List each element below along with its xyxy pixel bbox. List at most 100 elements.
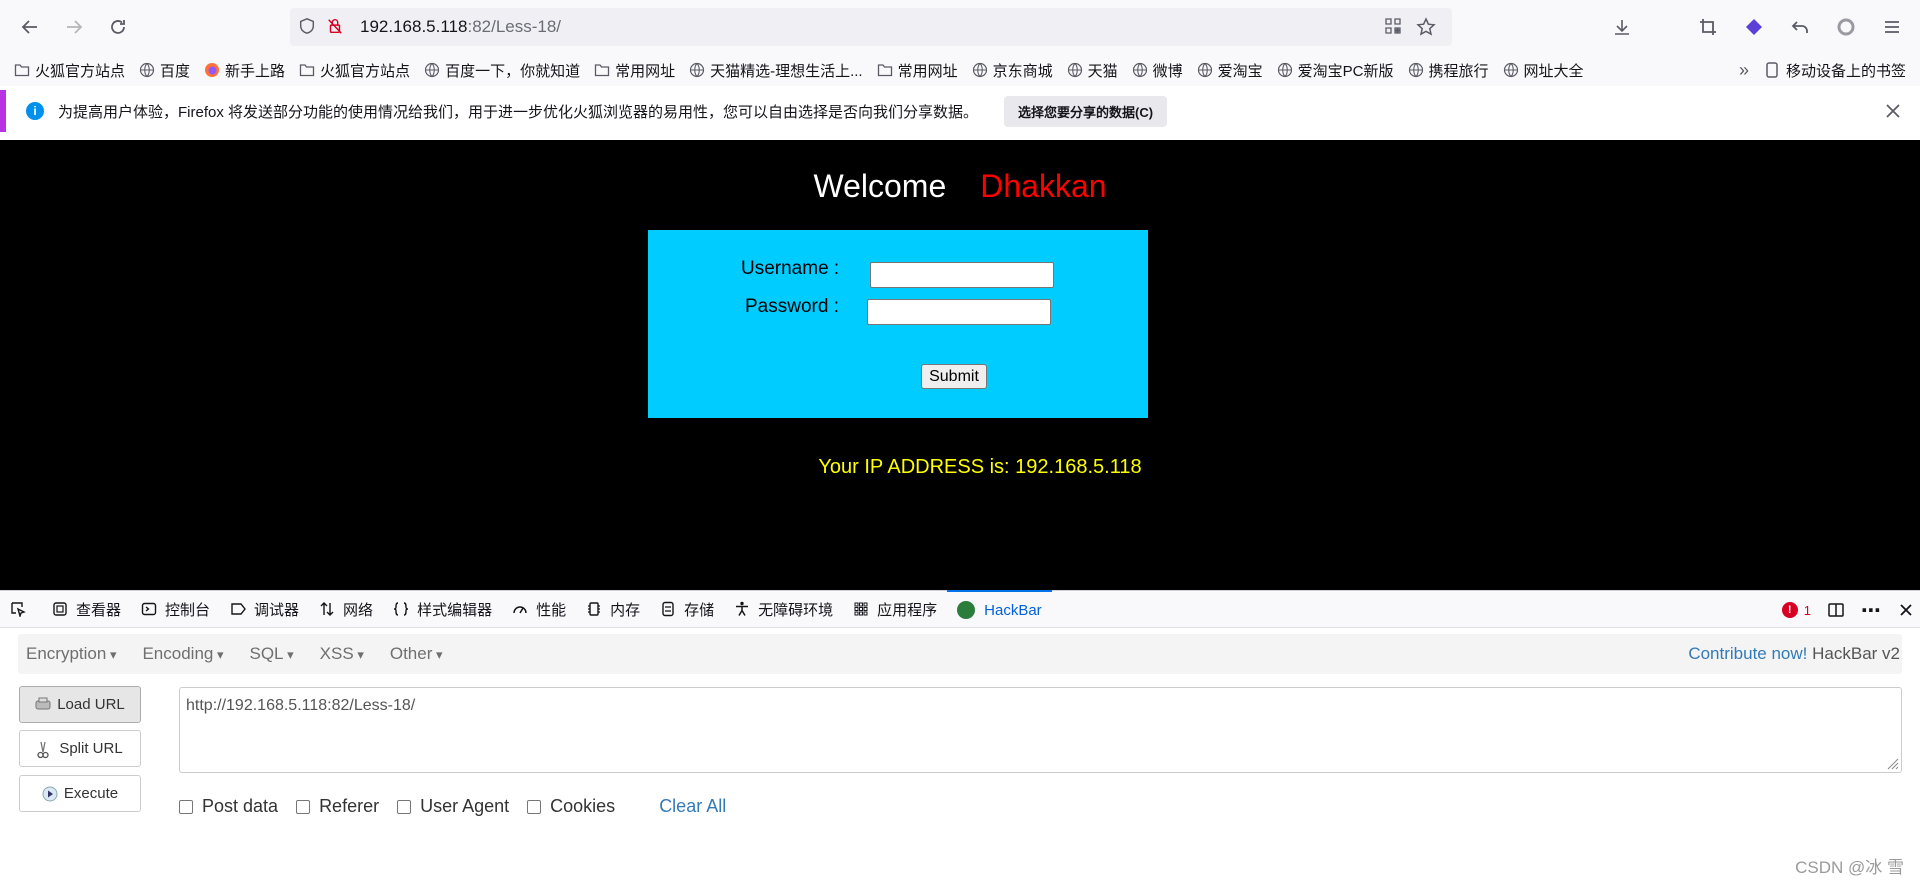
- checkbox-referer[interactable]: Referer: [296, 796, 379, 817]
- devtools-tab-debugger[interactable]: 调试器: [220, 590, 309, 628]
- hackbar-menu-encoding[interactable]: Encoding: [142, 644, 223, 664]
- submit-button[interactable]: Submit: [921, 364, 987, 389]
- menu-button[interactable]: [1874, 9, 1910, 45]
- shield-icon[interactable]: [298, 17, 318, 37]
- hackbar-menu-other[interactable]: Other: [390, 644, 443, 664]
- bookmark-item[interactable]: 常用网址: [594, 60, 675, 81]
- bookmark-item[interactable]: 天猫: [1067, 60, 1118, 81]
- bookmark-mobile[interactable]: 移动设备上的书签: [1765, 60, 1906, 81]
- checkbox-post-data[interactable]: Post data: [179, 796, 278, 817]
- devtools-tab-application[interactable]: 应用程序: [843, 590, 947, 628]
- hackbar-menu-encryption[interactable]: Encryption: [26, 644, 116, 664]
- devtools-tab-memory[interactable]: 内存: [576, 590, 650, 628]
- bookmark-item[interactable]: 百度: [139, 60, 190, 81]
- url-textarea[interactable]: http://192.168.5.118:82/Less-18/: [179, 687, 1902, 773]
- password-input[interactable]: [867, 299, 1051, 325]
- devtools-tab-accessibility[interactable]: 无障碍环境: [724, 590, 843, 628]
- split-url-button[interactable]: Split URL: [19, 730, 141, 767]
- devtools-tab-storage[interactable]: 存储: [650, 590, 724, 628]
- checkbox-box[interactable]: [527, 799, 542, 814]
- downloads-button[interactable]: [1604, 9, 1640, 45]
- load-url-button[interactable]: Load URL: [19, 686, 141, 723]
- error-count-badge[interactable]: ! 1: [1781, 602, 1811, 618]
- clear-all-link[interactable]: Clear All: [659, 796, 726, 817]
- execute-button[interactable]: Execute: [19, 775, 141, 812]
- hackbar-menu-xss[interactable]: XSS: [320, 644, 364, 664]
- devtools-tab-performance[interactable]: 性能: [502, 590, 576, 628]
- csdn-watermark: CSDN @冰 雪: [1795, 858, 1904, 877]
- extension-button[interactable]: [1736, 9, 1772, 45]
- devtools-tab-style-editor[interactable]: 样式编辑器: [383, 590, 502, 628]
- devtools-tab-console[interactable]: 控制台: [131, 590, 220, 628]
- bookmark-item[interactable]: 网址大全: [1503, 60, 1584, 81]
- forward-button[interactable]: [56, 9, 92, 45]
- globe-icon: [1197, 62, 1213, 78]
- reload-button[interactable]: [100, 9, 136, 45]
- application-icon: [853, 601, 869, 617]
- bookmark-label: 天猫: [1087, 62, 1118, 80]
- username-label: Username :: [741, 258, 840, 279]
- devtools-tab-network[interactable]: 网络: [309, 590, 383, 628]
- picker-icon: [10, 601, 26, 617]
- back-button[interactable]: [12, 9, 48, 45]
- bookmark-star-icon[interactable]: [1416, 17, 1436, 37]
- chevron-double-right-icon[interactable]: »: [1739, 60, 1749, 81]
- insecure-lock-icon[interactable]: [326, 17, 346, 37]
- bookmark-label: 火狐官方站点: [35, 62, 126, 80]
- qr-code-icon[interactable]: [1384, 17, 1402, 37]
- hackbar-panel: Encryption Encoding SQL XSS Other Contribute …: [0, 628, 1920, 888]
- hackbar-version: HackBar v2: [1812, 644, 1900, 663]
- screenshot-button[interactable]: [1690, 9, 1726, 45]
- bookmark-item[interactable]: 爱淘宝: [1197, 60, 1263, 81]
- url-text[interactable]: 192.168.5.118:82/Less-18/: [360, 17, 561, 37]
- bookmark-item[interactable]: 常用网址: [877, 60, 958, 81]
- account-button[interactable]: [1828, 9, 1864, 45]
- bookmark-item[interactable]: 微博: [1132, 60, 1183, 81]
- checkbox-box[interactable]: [296, 799, 311, 814]
- bookmark-item[interactable]: 爱淘宝PC新版: [1277, 60, 1394, 81]
- bookmark-item[interactable]: 火狐官方站点: [299, 60, 410, 81]
- extension-cube-icon: [1746, 19, 1762, 35]
- bookmark-item[interactable]: 天猫精选-理想生活上...: [689, 60, 863, 81]
- nav-buttons: [12, 9, 136, 45]
- debugger-icon: [230, 601, 246, 617]
- undo-button[interactable]: [1782, 9, 1818, 45]
- contribute-link[interactable]: Contribute now!: [1688, 644, 1807, 663]
- dock-side-icon[interactable]: [1827, 601, 1845, 619]
- share-data-button[interactable]: 选择您要分享的数据(C): [1004, 95, 1168, 127]
- info-icon: i: [26, 102, 44, 120]
- checkbox-box[interactable]: [179, 799, 193, 814]
- bookmark-item[interactable]: 新手上路: [204, 60, 285, 81]
- bookmark-item[interactable]: 火狐官方站点: [14, 60, 125, 81]
- resize-grip-icon[interactable]: [1885, 756, 1899, 770]
- element-picker-button[interactable]: [0, 590, 42, 628]
- devtools-tab-label: 调试器: [254, 601, 300, 619]
- checkbox-user-agent[interactable]: User Agent: [397, 796, 509, 817]
- url-host: 192.168.5.118: [360, 17, 468, 36]
- devtools-tab-inspector[interactable]: 查看器: [42, 590, 131, 628]
- devtools-tab-hackbar[interactable]: HackBar: [947, 590, 1052, 628]
- globe-icon: [1067, 62, 1083, 78]
- memory-icon: [586, 601, 602, 617]
- checkbox-box[interactable]: [397, 799, 412, 814]
- close-devtools-icon[interactable]: [1898, 602, 1914, 618]
- close-notification-button[interactable]: [1882, 100, 1904, 122]
- hackbar-menu-sql[interactable]: SQL: [250, 644, 294, 664]
- folder-icon: [14, 62, 30, 78]
- bookmark-item[interactable]: 携程旅行: [1408, 60, 1489, 81]
- checkbox-cookies[interactable]: Cookies: [527, 796, 615, 817]
- browser-toolbar: 192.168.5.118:82/Less-18/: [0, 0, 1920, 54]
- bookmark-item[interactable]: 京东商城: [972, 60, 1053, 81]
- crop-icon: [1700, 19, 1716, 35]
- bookmark-item[interactable]: 百度一下，你就知道: [424, 60, 580, 81]
- username-input[interactable]: [870, 262, 1054, 288]
- devtools-tab-label: 应用程序: [877, 601, 938, 619]
- more-options-icon[interactable]: ⋯: [1861, 598, 1882, 623]
- load-url-icon: [35, 697, 51, 713]
- execute-label: Execute: [63, 785, 119, 802]
- error-icon: !: [1781, 602, 1798, 618]
- bookmark-label: 天猫精选-理想生活上...: [710, 62, 863, 80]
- forward-arrow-icon: [67, 20, 83, 34]
- account-circle-icon: [1837, 18, 1855, 36]
- url-bar[interactable]: 192.168.5.118:82/Less-18/: [290, 8, 1452, 46]
